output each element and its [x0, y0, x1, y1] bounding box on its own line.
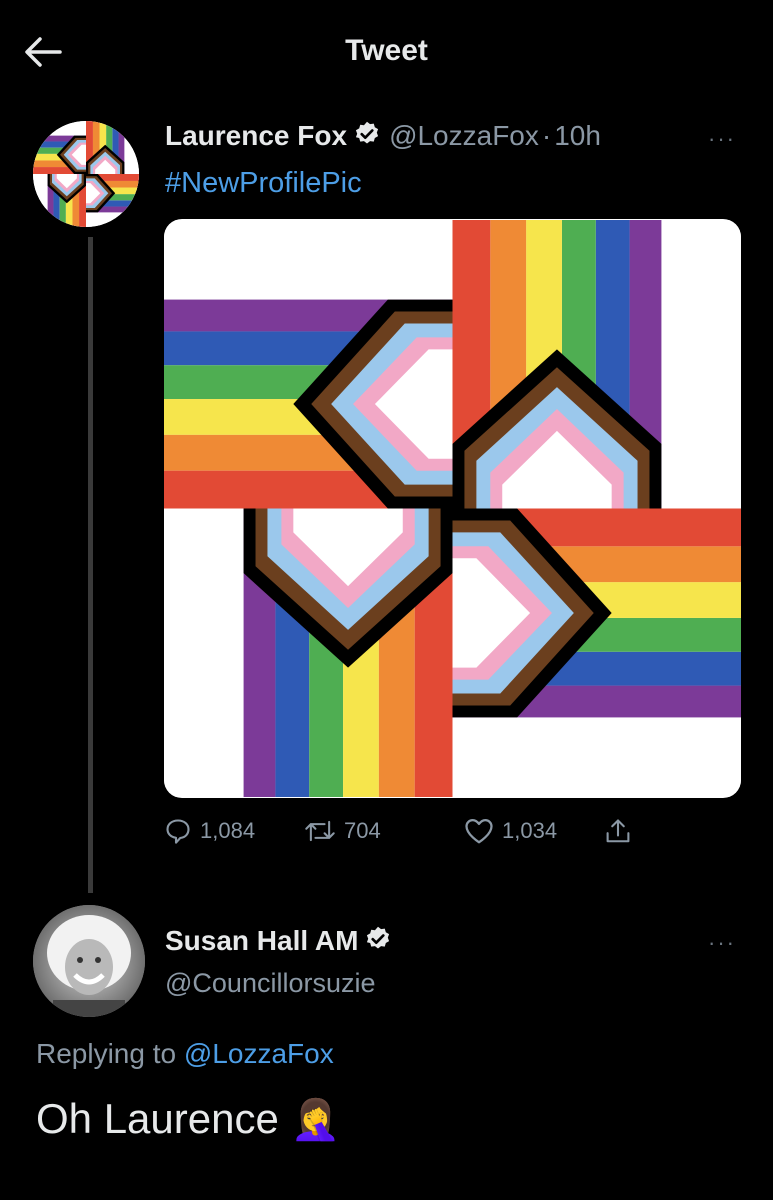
more-options-icon[interactable]: ··· — [708, 930, 736, 956]
author-handle[interactable]: @LozzaFox — [389, 120, 539, 151]
thread-line — [88, 237, 93, 893]
facepalm-emoji-icon: 🤦‍♀️ — [290, 1098, 341, 1142]
tweet-hashtag[interactable]: #NewProfilePic — [165, 167, 362, 200]
author-handle[interactable]: @Councillorsuzie — [165, 968, 376, 999]
like-action[interactable]: 1,034 — [464, 817, 557, 845]
heart-icon — [465, 819, 493, 844]
timestamp[interactable]: 10h — [554, 120, 601, 151]
share-icon — [606, 819, 630, 843]
avatar[interactable] — [33, 121, 139, 227]
reply-author[interactable]: Susan Hall AM — [165, 925, 392, 957]
mention-link[interactable]: @LozzaFox — [184, 1038, 334, 1069]
reply-count: 1,084 — [200, 818, 256, 843]
replying-prefix: Replying to — [36, 1038, 184, 1069]
reply-text: Oh Laurence 🤦‍♀️ — [36, 1095, 340, 1143]
page-title: Tweet — [345, 34, 428, 67]
tweet-image[interactable] — [164, 219, 741, 798]
separator: · — [541, 120, 552, 151]
reply-body: Oh Laurence — [36, 1095, 279, 1142]
verified-badge-icon — [355, 121, 379, 144]
author-name[interactable]: Laurence Fox — [165, 120, 347, 151]
reply-icon — [166, 819, 190, 844]
verified-badge-icon — [367, 926, 390, 949]
reply-action[interactable]: 1,084 — [164, 817, 255, 845]
retweet-action[interactable]: 704 — [304, 817, 381, 845]
replying-to: Replying to @LozzaFox — [36, 1038, 334, 1070]
author-name[interactable]: Susan Hall AM — [165, 925, 358, 956]
like-count: 1,034 — [502, 818, 558, 843]
tweet-author[interactable]: Laurence Fox @LozzaFox · 10h — [165, 120, 601, 152]
avatar[interactable] — [33, 905, 145, 1017]
retweet-icon — [305, 820, 335, 842]
tweet-actions: 1,084 704 1,034 — [164, 817, 741, 853]
share-action[interactable] — [604, 817, 640, 847]
more-options-icon[interactable]: ··· — [708, 126, 736, 152]
retweet-count: 704 — [344, 818, 381, 843]
